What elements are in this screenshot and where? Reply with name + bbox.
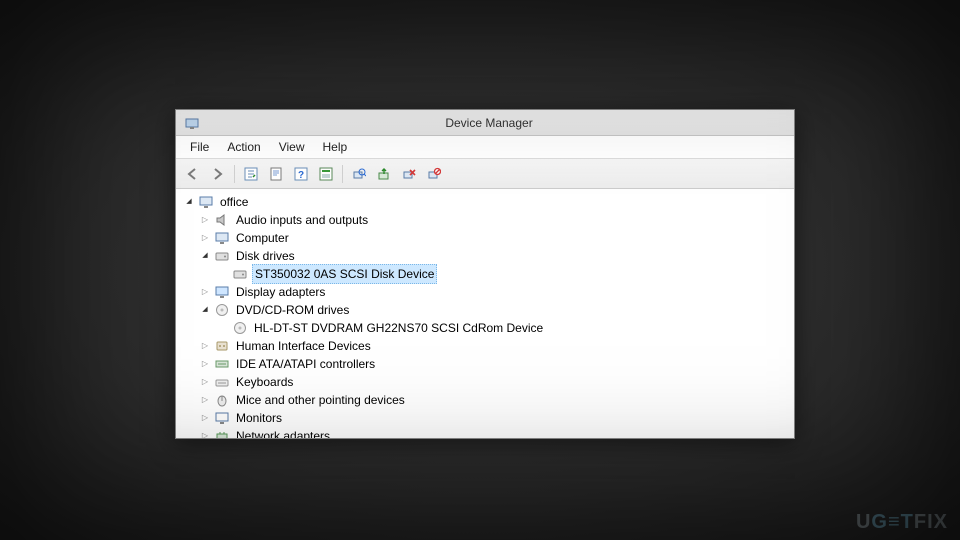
tree-item-label: HL-DT-ST DVDRAM GH22NS70 SCSI CdRom Devi… xyxy=(252,319,545,337)
tree-item-label: Keyboards xyxy=(234,373,295,391)
chevron-down-icon[interactable] xyxy=(200,305,210,315)
disk-icon xyxy=(214,248,230,264)
tree-item-label: IDE ATA/ATAPI controllers xyxy=(234,355,377,373)
tree-item-label: DVD/CD-ROM drives xyxy=(234,301,351,319)
dvd-icon xyxy=(232,320,248,336)
device-manager-window: Device Manager File Action View Help ? o… xyxy=(175,109,795,439)
tree-item-computer[interactable]: Computer xyxy=(182,229,794,247)
toolbar: ? xyxy=(176,159,794,189)
menu-file[interactable]: File xyxy=(182,138,217,156)
tree-item-dvd-drives[interactable]: DVD/CD-ROM drives xyxy=(182,301,794,319)
tree-item-mice[interactable]: Mice and other pointing devices xyxy=(182,391,794,409)
chevron-right-icon[interactable] xyxy=(200,233,210,243)
tree-item-label: Monitors xyxy=(234,409,284,427)
tree-item-disk-drives[interactable]: Disk drives xyxy=(182,247,794,265)
chevron-right-icon[interactable] xyxy=(200,287,210,297)
tree-root[interactable]: office xyxy=(182,193,794,211)
chevron-down-icon[interactable] xyxy=(200,251,210,261)
tree-item-keyboards[interactable]: Keyboards xyxy=(182,373,794,391)
chevron-right-icon[interactable] xyxy=(200,431,210,438)
hid-icon xyxy=(214,338,230,354)
tree-item-label: Audio inputs and outputs xyxy=(234,211,370,229)
svg-text:?: ? xyxy=(298,170,304,181)
toolbar-separator xyxy=(342,165,343,183)
showhide-tree-button[interactable] xyxy=(240,163,262,185)
window-title: Device Manager xyxy=(210,116,788,130)
tree-item-dvd-device[interactable]: HL-DT-ST DVDRAM GH22NS70 SCSI CdRom Devi… xyxy=(182,319,794,337)
chevron-right-icon[interactable] xyxy=(200,395,210,405)
tree-item-label: Mice and other pointing devices xyxy=(234,391,407,409)
tree-root-label: office xyxy=(218,193,250,211)
tree-item-label: Disk drives xyxy=(234,247,297,265)
chevron-right-icon[interactable] xyxy=(200,341,210,351)
disable-device-button[interactable] xyxy=(423,163,445,185)
tree-item-audio[interactable]: Audio inputs and outputs xyxy=(182,211,794,229)
chevron-right-icon[interactable] xyxy=(200,413,210,423)
tree-item-label: Network adapters xyxy=(234,427,332,438)
help-button[interactable]: ? xyxy=(290,163,312,185)
menu-help[interactable]: Help xyxy=(315,138,356,156)
titlebar: Device Manager xyxy=(176,110,794,136)
disk-icon xyxy=(232,266,248,282)
uninstall-button[interactable] xyxy=(398,163,420,185)
menu-action[interactable]: Action xyxy=(219,138,268,156)
ide-icon xyxy=(214,356,230,372)
tree-item-label: Human Interface Devices xyxy=(234,337,373,355)
scan-hardware-button[interactable] xyxy=(348,163,370,185)
tree-item-disk-device[interactable]: ST350032 0AS SCSI Disk Device xyxy=(182,265,794,283)
mouse-icon xyxy=(214,392,230,408)
monitor-icon xyxy=(214,410,230,426)
no-caret xyxy=(218,269,228,279)
tree-item-ide[interactable]: IDE ATA/ATAPI controllers xyxy=(182,355,794,373)
events-button[interactable] xyxy=(315,163,337,185)
display-icon xyxy=(214,284,230,300)
speaker-icon xyxy=(214,212,230,228)
app-icon xyxy=(184,115,200,131)
computer-icon xyxy=(198,194,214,210)
chevron-right-icon[interactable] xyxy=(200,215,210,225)
dvd-icon xyxy=(214,302,230,318)
toolbar-separator xyxy=(234,165,235,183)
computer-icon xyxy=(214,230,230,246)
back-button[interactable] xyxy=(182,163,204,185)
update-driver-button[interactable] xyxy=(373,163,395,185)
chevron-down-icon[interactable] xyxy=(184,197,194,207)
chevron-right-icon[interactable] xyxy=(200,377,210,387)
tree-item-label: Computer xyxy=(234,229,291,247)
keyboard-icon xyxy=(214,374,230,390)
menu-view[interactable]: View xyxy=(271,138,313,156)
tree-item-label: Display adapters xyxy=(234,283,327,301)
chevron-right-icon[interactable] xyxy=(200,359,210,369)
device-tree[interactable]: office Audio inputs and outputs Computer… xyxy=(176,189,794,438)
menubar: File Action View Help xyxy=(176,136,794,159)
tree-item-label: ST350032 0AS SCSI Disk Device xyxy=(252,264,437,284)
tree-item-display-adapters[interactable]: Display adapters xyxy=(182,283,794,301)
tree-item-network[interactable]: Network adapters xyxy=(182,427,794,438)
network-icon xyxy=(214,428,230,438)
forward-button[interactable] xyxy=(207,163,229,185)
no-caret xyxy=(218,323,228,333)
watermark: UG≡TFIX xyxy=(856,511,948,534)
properties-button[interactable] xyxy=(265,163,287,185)
tree-item-monitors[interactable]: Monitors xyxy=(182,409,794,427)
tree-item-hid[interactable]: Human Interface Devices xyxy=(182,337,794,355)
